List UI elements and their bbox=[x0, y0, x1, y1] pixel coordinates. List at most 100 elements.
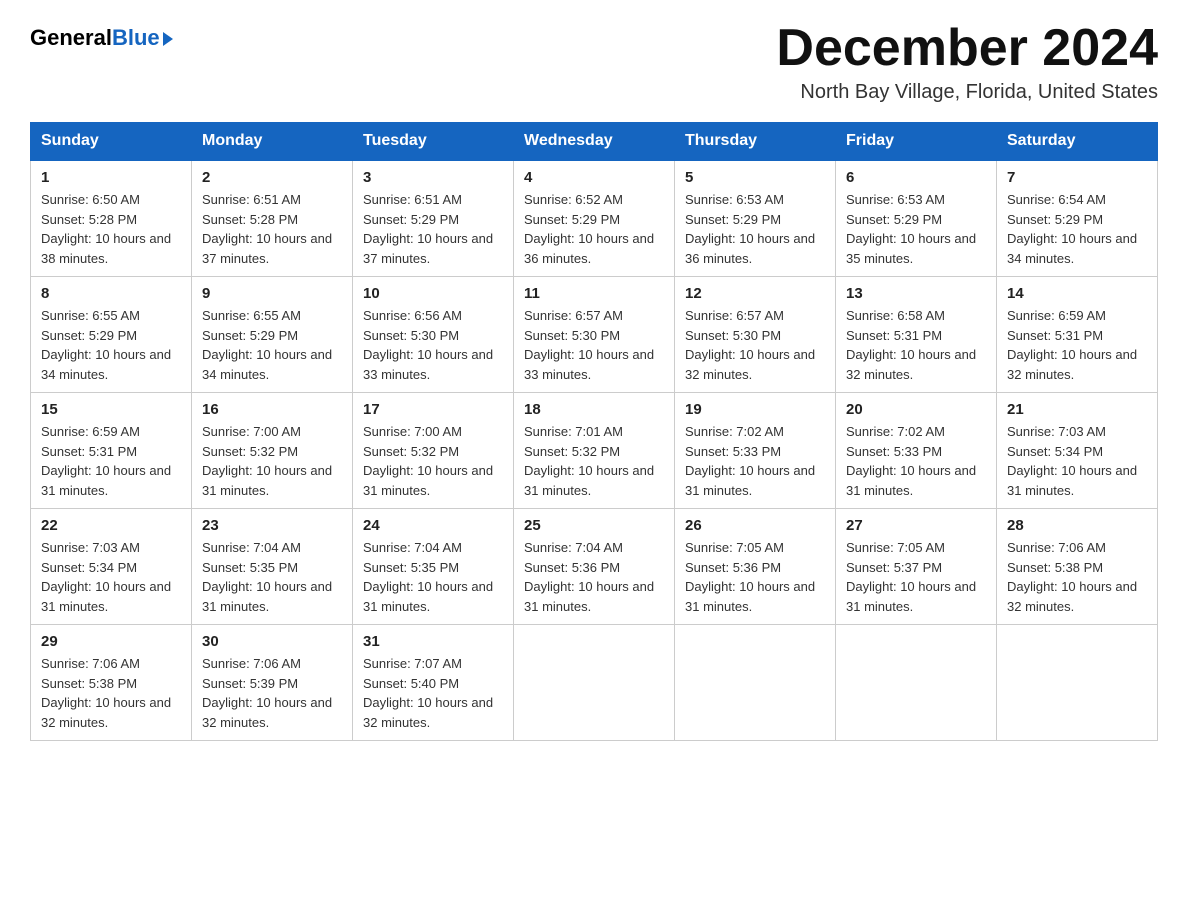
calendar-cell bbox=[514, 625, 675, 741]
day-number: 15 bbox=[41, 401, 181, 418]
day-info: Sunrise: 7:05 AMSunset: 5:37 PMDaylight:… bbox=[846, 538, 986, 616]
weekday-header-tuesday: Tuesday bbox=[353, 123, 514, 161]
day-info: Sunrise: 7:04 AMSunset: 5:35 PMDaylight:… bbox=[363, 538, 503, 616]
logo-general-text: General bbox=[30, 25, 112, 51]
day-number: 23 bbox=[202, 517, 342, 534]
calendar-cell: 11Sunrise: 6:57 AMSunset: 5:30 PMDayligh… bbox=[514, 277, 675, 393]
day-info: Sunrise: 6:51 AMSunset: 5:28 PMDaylight:… bbox=[202, 190, 342, 268]
day-info: Sunrise: 7:00 AMSunset: 5:32 PMDaylight:… bbox=[363, 422, 503, 500]
logo-blue-text: Blue bbox=[112, 25, 160, 51]
calendar-cell: 4 Sunrise: 6:52 AMSunset: 5:29 PMDaylight… bbox=[514, 160, 675, 277]
day-number: 13 bbox=[846, 285, 986, 302]
day-number: 24 bbox=[363, 517, 503, 534]
day-info: Sunrise: 6:58 AMSunset: 5:31 PMDaylight:… bbox=[846, 306, 986, 384]
calendar-cell: 18Sunrise: 7:01 AMSunset: 5:32 PMDayligh… bbox=[514, 393, 675, 509]
day-number: 16 bbox=[202, 401, 342, 418]
day-info: Sunrise: 7:05 AMSunset: 5:36 PMDaylight:… bbox=[685, 538, 825, 616]
day-info: Sunrise: 6:55 AMSunset: 5:29 PMDaylight:… bbox=[41, 306, 181, 384]
day-number: 30 bbox=[202, 633, 342, 650]
calendar-cell: 28 Sunrise: 7:06 AMSunset: 5:38 PMDayligh… bbox=[997, 509, 1158, 625]
day-info: Sunrise: 7:02 AMSunset: 5:33 PMDaylight:… bbox=[685, 422, 825, 500]
day-info: Sunrise: 6:51 AMSunset: 5:29 PMDaylight:… bbox=[363, 190, 503, 268]
calendar-cell: 10 Sunrise: 6:56 AMSunset: 5:30 PMDayligh… bbox=[353, 277, 514, 393]
day-info: Sunrise: 7:03 AMSunset: 5:34 PMDaylight:… bbox=[1007, 422, 1147, 500]
weekday-header-wednesday: Wednesday bbox=[514, 123, 675, 161]
day-info: Sunrise: 6:56 AMSunset: 5:30 PMDaylight:… bbox=[363, 306, 503, 384]
title-area: December 2024 North Bay Village, Florida… bbox=[776, 20, 1158, 104]
calendar-week-row: 8 Sunrise: 6:55 AMSunset: 5:29 PMDaylight… bbox=[31, 277, 1158, 393]
logo-arrow-icon bbox=[163, 32, 173, 46]
day-number: 29 bbox=[41, 633, 181, 650]
day-number: 2 bbox=[202, 169, 342, 186]
calendar-cell: 9 Sunrise: 6:55 AMSunset: 5:29 PMDaylight… bbox=[192, 277, 353, 393]
day-number: 5 bbox=[685, 169, 825, 186]
day-info: Sunrise: 6:59 AMSunset: 5:31 PMDaylight:… bbox=[41, 422, 181, 500]
day-number: 14 bbox=[1007, 285, 1147, 302]
weekday-header-friday: Friday bbox=[836, 123, 997, 161]
day-number: 22 bbox=[41, 517, 181, 534]
calendar-cell: 26 Sunrise: 7:05 AMSunset: 5:36 PMDayligh… bbox=[675, 509, 836, 625]
month-title: December 2024 bbox=[776, 20, 1158, 77]
calendar-cell bbox=[997, 625, 1158, 741]
day-number: 3 bbox=[363, 169, 503, 186]
calendar-cell: 8 Sunrise: 6:55 AMSunset: 5:29 PMDaylight… bbox=[31, 277, 192, 393]
location-title: North Bay Village, Florida, United State… bbox=[776, 81, 1158, 104]
day-info: Sunrise: 6:59 AMSunset: 5:31 PMDaylight:… bbox=[1007, 306, 1147, 384]
day-number: 20 bbox=[846, 401, 986, 418]
day-number: 12 bbox=[685, 285, 825, 302]
day-info: Sunrise: 6:53 AMSunset: 5:29 PMDaylight:… bbox=[846, 190, 986, 268]
calendar-cell: 16 Sunrise: 7:00 AMSunset: 5:32 PMDayligh… bbox=[192, 393, 353, 509]
calendar-cell: 12Sunrise: 6:57 AMSunset: 5:30 PMDayligh… bbox=[675, 277, 836, 393]
calendar-cell: 19 Sunrise: 7:02 AMSunset: 5:33 PMDayligh… bbox=[675, 393, 836, 509]
day-info: Sunrise: 7:06 AMSunset: 5:39 PMDaylight:… bbox=[202, 654, 342, 732]
calendar-cell: 31Sunrise: 7:07 AMSunset: 5:40 PMDayligh… bbox=[353, 625, 514, 741]
calendar-cell: 14 Sunrise: 6:59 AMSunset: 5:31 PMDayligh… bbox=[997, 277, 1158, 393]
calendar-cell bbox=[836, 625, 997, 741]
day-info: Sunrise: 6:52 AMSunset: 5:29 PMDaylight:… bbox=[524, 190, 664, 268]
calendar-cell: 20Sunrise: 7:02 AMSunset: 5:33 PMDayligh… bbox=[836, 393, 997, 509]
day-number: 26 bbox=[685, 517, 825, 534]
day-info: Sunrise: 6:55 AMSunset: 5:29 PMDaylight:… bbox=[202, 306, 342, 384]
day-number: 21 bbox=[1007, 401, 1147, 418]
calendar-cell bbox=[675, 625, 836, 741]
day-number: 9 bbox=[202, 285, 342, 302]
weekday-header-sunday: Sunday bbox=[31, 123, 192, 161]
day-number: 6 bbox=[846, 169, 986, 186]
day-number: 18 bbox=[524, 401, 664, 418]
day-number: 17 bbox=[363, 401, 503, 418]
day-info: Sunrise: 7:03 AMSunset: 5:34 PMDaylight:… bbox=[41, 538, 181, 616]
calendar-cell: 30 Sunrise: 7:06 AMSunset: 5:39 PMDayligh… bbox=[192, 625, 353, 741]
day-number: 19 bbox=[685, 401, 825, 418]
day-info: Sunrise: 7:07 AMSunset: 5:40 PMDaylight:… bbox=[363, 654, 503, 732]
day-info: Sunrise: 7:00 AMSunset: 5:32 PMDaylight:… bbox=[202, 422, 342, 500]
calendar-cell: 17 Sunrise: 7:00 AMSunset: 5:32 PMDayligh… bbox=[353, 393, 514, 509]
calendar-cell: 29 Sunrise: 7:06 AMSunset: 5:38 PMDayligh… bbox=[31, 625, 192, 741]
day-number: 8 bbox=[41, 285, 181, 302]
calendar-week-row: 15 Sunrise: 6:59 AMSunset: 5:31 PMDayligh… bbox=[31, 393, 1158, 509]
calendar-cell: 7Sunrise: 6:54 AMSunset: 5:29 PMDaylight… bbox=[997, 160, 1158, 277]
day-number: 10 bbox=[363, 285, 503, 302]
weekday-header-saturday: Saturday bbox=[997, 123, 1158, 161]
day-info: Sunrise: 7:06 AMSunset: 5:38 PMDaylight:… bbox=[1007, 538, 1147, 616]
day-number: 28 bbox=[1007, 517, 1147, 534]
header: General Blue December 2024 North Bay Vil… bbox=[30, 20, 1158, 104]
day-number: 7 bbox=[1007, 169, 1147, 186]
calendar-cell: 13 Sunrise: 6:58 AMSunset: 5:31 PMDayligh… bbox=[836, 277, 997, 393]
day-number: 4 bbox=[524, 169, 664, 186]
weekday-header-monday: Monday bbox=[192, 123, 353, 161]
day-number: 11 bbox=[524, 285, 664, 302]
calendar-cell: 5 Sunrise: 6:53 AMSunset: 5:29 PMDaylight… bbox=[675, 160, 836, 277]
calendar-week-row: 29 Sunrise: 7:06 AMSunset: 5:38 PMDayligh… bbox=[31, 625, 1158, 741]
calendar-cell: 27Sunrise: 7:05 AMSunset: 5:37 PMDayligh… bbox=[836, 509, 997, 625]
day-number: 25 bbox=[524, 517, 664, 534]
calendar-cell: 24 Sunrise: 7:04 AMSunset: 5:35 PMDayligh… bbox=[353, 509, 514, 625]
day-info: Sunrise: 7:04 AMSunset: 5:35 PMDaylight:… bbox=[202, 538, 342, 616]
day-number: 1 bbox=[41, 169, 181, 186]
calendar-cell: 21 Sunrise: 7:03 AMSunset: 5:34 PMDayligh… bbox=[997, 393, 1158, 509]
logo: General Blue bbox=[30, 20, 173, 51]
day-info: Sunrise: 7:06 AMSunset: 5:38 PMDaylight:… bbox=[41, 654, 181, 732]
day-info: Sunrise: 6:53 AMSunset: 5:29 PMDaylight:… bbox=[685, 190, 825, 268]
calendar-week-row: 1Sunrise: 6:50 AMSunset: 5:28 PMDaylight… bbox=[31, 160, 1158, 277]
calendar-cell: 6 Sunrise: 6:53 AMSunset: 5:29 PMDaylight… bbox=[836, 160, 997, 277]
calendar-cell: 22 Sunrise: 7:03 AMSunset: 5:34 PMDayligh… bbox=[31, 509, 192, 625]
